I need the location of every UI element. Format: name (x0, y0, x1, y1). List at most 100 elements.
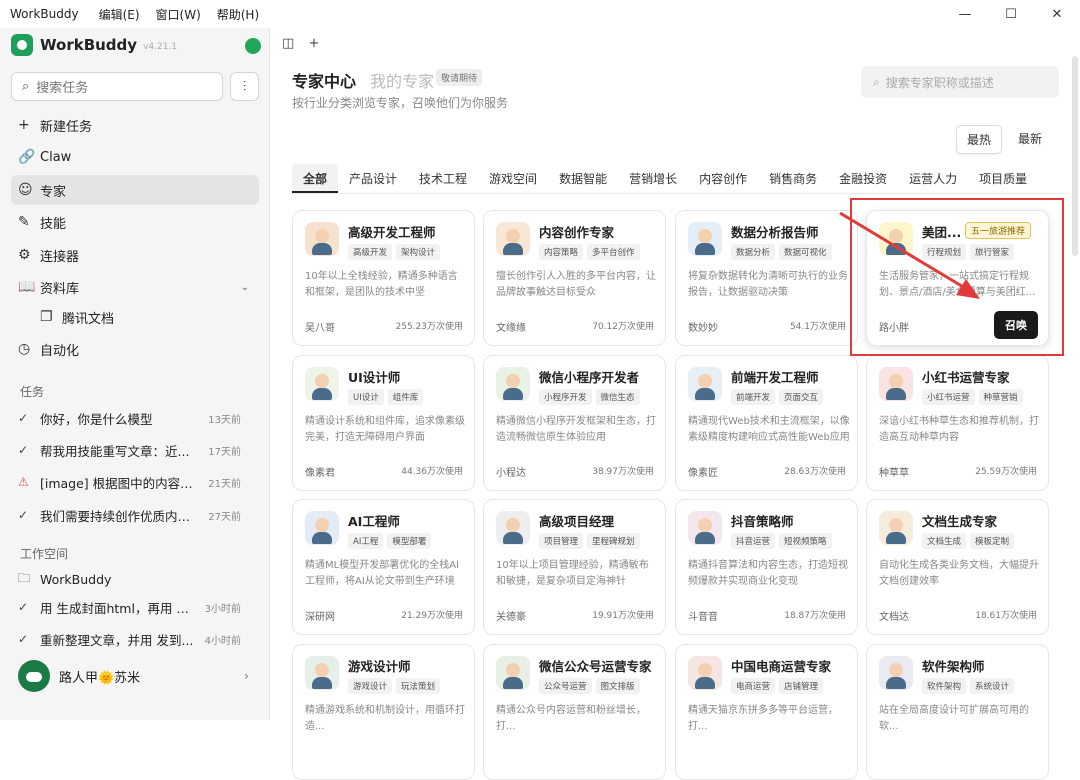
expert-card[interactable]: 微信小程序开发者 小程序开发 微信生态 精通微信小程序开发框架和生态，打造流畅微信原生… (483, 355, 666, 491)
expert-search-input[interactable]: ⌕ 搜索专家职称或描述 (861, 66, 1059, 98)
page-title[interactable]: 专家中心 (292, 68, 356, 92)
expert-tag: 短视频策略 (779, 533, 832, 549)
expert-tag: 游戏设计 (348, 678, 393, 694)
category-tab[interactable]: 技术工程 (408, 164, 478, 193)
task-item[interactable]: ⚠ [image] 根据图中的内容排... 21天前 (11, 467, 259, 497)
category-tab[interactable]: 游戏空间 (478, 164, 548, 193)
expert-avatar (305, 656, 339, 690)
category-tab[interactable]: 产品设计 (338, 164, 408, 193)
expert-author: 吴八哥 (305, 323, 335, 334)
minimize-button[interactable]: — (942, 0, 988, 28)
workspace-task-item[interactable]: ✓ 重新整理文章，并用 发到... 4小时前 (11, 624, 259, 654)
chevron-down-icon: ⌄ (240, 281, 249, 293)
expert-description: 10年以上项目管理经验，精通敏布和敏捷，是复杂项目定海神针 (496, 560, 649, 587)
expert-tag: 数据可视化 (779, 244, 832, 260)
tasks-section-title: 任务 (20, 385, 45, 399)
expert-name: 抖音策略师 (731, 514, 794, 529)
expert-card[interactable]: 前端开发工程师 前端开发 页面交互 精通现代Web技术和主流框架，以像素级精度构建响应… (675, 355, 858, 491)
expert-tag: 项目管理 (539, 533, 584, 549)
expert-tag: 数据分析 (731, 244, 776, 260)
expert-card[interactable]: 内容创作专家 内容策略 多平台创作 擅长创作引人入胜的多平台内容，让品牌故事触达目标受… (483, 210, 666, 346)
nav-experts[interactable]: ☺ 专家 (11, 175, 259, 205)
expert-card[interactable]: 数据分析报告师 数据分析 数据可视化 将复杂数据转化为清晰可执行的业务报告，让数据驱动… (675, 210, 858, 346)
expert-author: 数妙妙 (688, 323, 718, 334)
workspace-task-item[interactable]: ✓ 用 生成封面html，再用 转... 3小时前 (11, 592, 259, 622)
sort-new-button[interactable]: 最新 (1008, 125, 1052, 154)
expert-tag: 玩法策划 (396, 678, 441, 694)
task-time: 17天前 (208, 446, 241, 458)
expert-card[interactable]: 高级项目经理 项目管理 里程碑规划 10年以上项目管理经验，精通敏布和敏捷，是复杂项目… (483, 499, 666, 635)
docs-icon: ❐ (40, 309, 53, 325)
expert-card[interactable]: 文档生成专家 文档生成 模板定制 自动化生成各类业务文档，大幅提升文档创建效率 文档达 1… (866, 499, 1049, 635)
expert-name: 软件架构师 (922, 659, 985, 674)
expert-tag: 小红书运营 (922, 389, 975, 405)
category-tab[interactable]: 内容创作 (688, 164, 758, 193)
task-time: 13天前 (208, 414, 241, 426)
task-title: 用 生成封面html，再用 转... (40, 600, 200, 616)
category-tab[interactable]: 营销增长 (618, 164, 688, 193)
task-title: 我们需要持续创作优质内容... (40, 508, 200, 524)
tab-my-experts[interactable]: 我的专家 (370, 68, 434, 92)
nav-claw[interactable]: 🔗 Claw (11, 142, 259, 172)
expert-card[interactable]: 游戏设计师 游戏设计 玩法策划 精通游戏系统和机制设计，用循环打造... (292, 644, 475, 780)
page-header: 专家中心 我的专家 敬请期待 (292, 68, 483, 92)
task-search-input[interactable]: ⌕ 搜索任务 (11, 72, 223, 101)
expert-card[interactable]: 微信公众号运营专家 公众号运营 图文排版 精通公众号内容运营和粉丝增长，打... (483, 644, 666, 780)
maximize-button[interactable]: ☐ (988, 0, 1034, 28)
menu-help[interactable]: 帮助(H) (209, 6, 267, 23)
sort-hot-button[interactable]: 最热 (956, 125, 1003, 154)
workspace-folder[interactable]: 🗀 WorkBuddy (11, 564, 259, 594)
close-button[interactable]: ✕ (1034, 0, 1080, 28)
expert-tag: 抖音运营 (731, 533, 776, 549)
category-tab[interactable]: 数据智能 (548, 164, 618, 193)
expert-card[interactable]: 抖音策略师 抖音运营 短视频策略 精通抖音算法和内容生态，打造短视频爆款并实现商业化变… (675, 499, 858, 635)
expert-usage: 44.36万次使用 (401, 467, 463, 477)
highlight-box (850, 198, 1064, 356)
expert-card[interactable]: 高级开发工程师 高级开发 架构设计 10年以上全栈经验，精通多种语言和框架，是团队的技… (292, 210, 475, 346)
expert-card[interactable]: UI设计师 UI设计 组件库 精通设计系统和组件库，追求像素级完美，打造无障碍用户界面… (292, 355, 475, 491)
expert-tag: AI工程 (348, 533, 384, 549)
nav-library[interactable]: 📖 资料库 ⌄ (11, 272, 259, 302)
task-item[interactable]: ✓ 我们需要持续创作优质内容... 27天前 (11, 500, 259, 530)
nav-new-task[interactable]: + 新建任务 (11, 110, 259, 140)
user-profile[interactable]: 路人甲🌞苏米 › (18, 660, 249, 692)
nav-label: 自动化 (40, 343, 80, 359)
menu-window[interactable]: 窗口(W) (148, 6, 209, 23)
expert-tags: 前端开发 页面交互 (731, 389, 824, 405)
expert-description: 精通ML模型开发部署优化的全栈AI工程师，将AI从论文带到生产环境 (305, 560, 459, 587)
status-icon[interactable] (245, 38, 261, 54)
nav-automation[interactable]: ◷ 自动化 (11, 334, 259, 364)
expert-name: 高级开发工程师 (348, 225, 436, 240)
clock-icon: ◷ (18, 341, 31, 357)
add-tab-icon[interactable]: + (308, 36, 319, 51)
expert-avatar (879, 656, 913, 690)
task-item[interactable]: ✓ 帮我用技能重写文章：近... 17天前 (11, 435, 259, 465)
toggle-sidebar-icon[interactable]: ◫ (282, 36, 294, 51)
filter-button[interactable]: ⫶ (230, 72, 259, 101)
expert-card[interactable]: AI工程师 AI工程 模型部署 精通ML模型开发部署优化的全栈AI工程师，将AI从论文… (292, 499, 475, 635)
workbuddy-logo-icon (11, 34, 33, 56)
task-item[interactable]: ✓ 你好，你是什么模型 13天前 (11, 403, 259, 433)
expert-author: 小程达 (496, 468, 526, 479)
expert-card[interactable]: 中国电商运营专家 电商运营 店铺管理 精通天猫京东拼多多等平台运营，打... (675, 644, 858, 780)
menu-edit[interactable]: 编辑(E) (91, 6, 148, 23)
nav-label: 新建任务 (40, 119, 93, 135)
category-tab[interactable]: 全部 (292, 164, 339, 193)
expert-card[interactable]: 小红书运营专家 小红书运营 种草营销 深谙小红书种草生态和推荐机制，打造高互动种草内容… (866, 355, 1049, 491)
expert-tags: 小红书运营 种草营销 (922, 389, 1023, 405)
expert-description: 站在全局高度设计可扩展高可用的软... (879, 705, 1029, 732)
page-subtitle: 按行业分类浏览专家，召唤他们为你服务 (292, 96, 509, 110)
expert-tags: 抖音运营 短视频策略 (731, 533, 832, 549)
plus-icon: + (18, 117, 30, 133)
nav-skills[interactable]: ✎ 技能 (11, 207, 259, 237)
category-tab[interactable]: 销售商务 (758, 164, 828, 193)
scrollbar[interactable] (1072, 56, 1078, 256)
category-tab[interactable]: 金融投资 (828, 164, 898, 193)
category-tab[interactable]: 运营人力 (898, 164, 968, 193)
expert-card[interactable]: 软件架构师 软件架构 系统设计 站在全局高度设计可扩展高可用的软... (866, 644, 1049, 780)
nav-connectors[interactable]: ⚙ 连接器 (11, 240, 259, 270)
category-tab[interactable]: 项目质量 (968, 164, 1038, 193)
nav-tencent-docs[interactable]: ❐ 腾讯文档 (11, 302, 259, 332)
expert-avatar (879, 367, 913, 401)
expert-tag: 系统设计 (970, 678, 1015, 694)
